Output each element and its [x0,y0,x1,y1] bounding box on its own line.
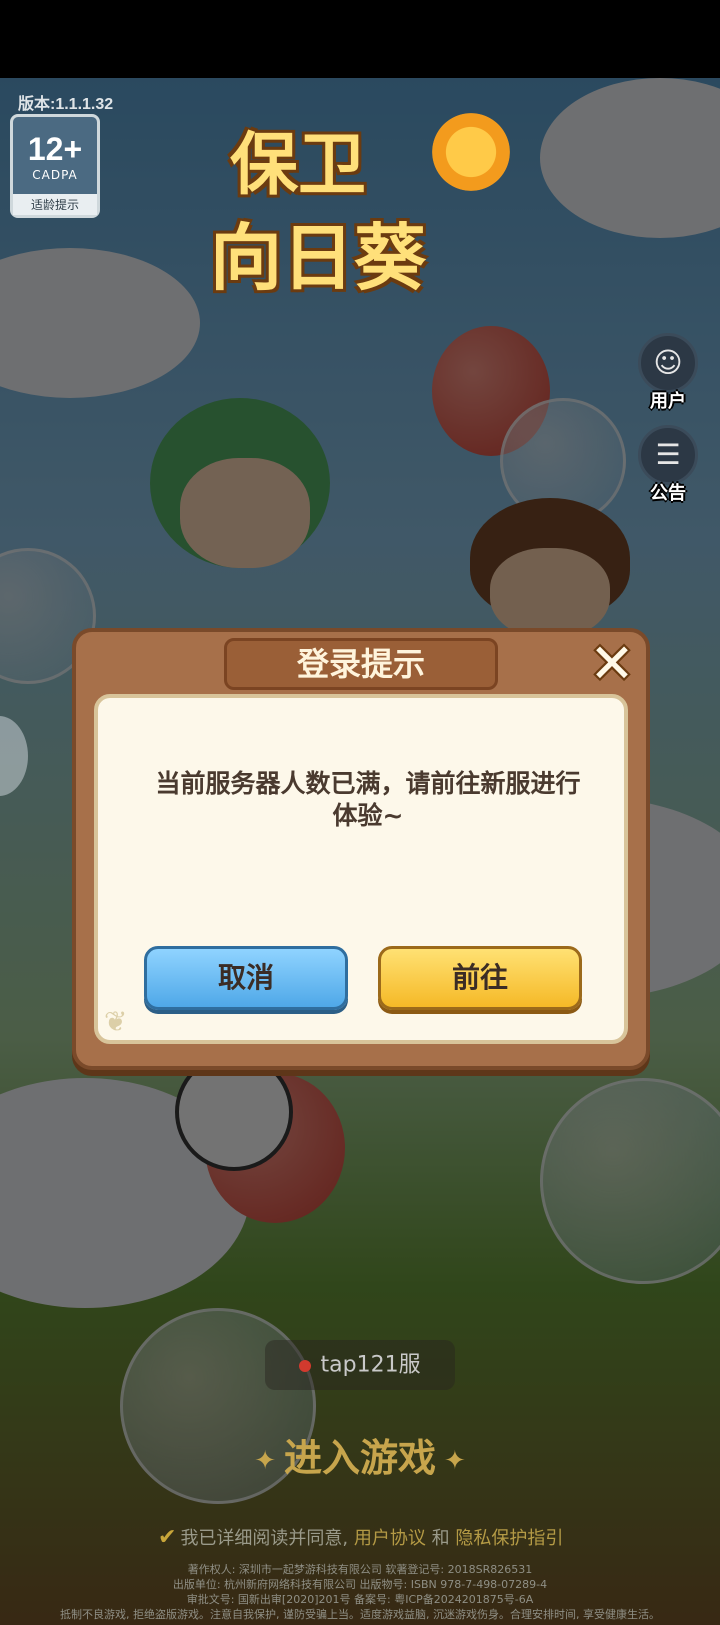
notice-button-label: 公告 [650,483,686,504]
age-rating-tip: 适龄提示 [13,194,97,215]
user-button[interactable]: ☺ 用户 [636,333,700,413]
dialog-title: 登录提示 [296,645,425,683]
enter-game-label: 进入游戏 [283,1436,436,1480]
footer-line: 抵制不良游戏, 拒绝盗版游戏。注意自我保护, 谨防受骗上当。适度游戏益脑, 沉迷… [60,1608,660,1621]
login-tip-dialog: 登录提示 ✕ ❦ 当前服务器人数已满，请前往新服进行体验~ 取消 前往 [72,628,650,1070]
close-button[interactable]: ✕ [584,636,640,692]
user-agreement-link[interactable]: 用户协议 [354,1528,426,1549]
sunflower-icon [432,113,510,191]
footer-line: 著作权人: 深圳市一起梦游科技有限公司 软著登记号: 2018SR826531 [187,1563,533,1576]
logo-title-line2: 向日葵 [210,216,427,300]
agreement-checkbox[interactable]: ✔ [158,1525,176,1550]
server-status-dot [299,1359,312,1372]
enter-game-button[interactable]: ✦ 进入游戏 ✦ [230,1428,490,1488]
age-rating-org: CADPA [32,168,78,182]
game-logo: 保卫 向日葵 [170,95,530,305]
legal-footer: 著作权人: 深圳市一起梦游科技有限公司 软著登记号: 2018SR826531 … [0,1562,720,1622]
go-button[interactable]: 前往 [378,946,582,1010]
cancel-button[interactable]: 取消 [144,946,348,1010]
privacy-policy-link[interactable]: 隐私保护指引 [455,1528,563,1549]
footer-line: 审批文号: 国新出审[2020]201号 备案号: 粤ICP备202420187… [186,1593,534,1606]
dialog-message: 当前服务器人数已满，请前往新服进行体验~ [155,769,581,830]
server-name: tap121服 [320,1352,421,1378]
logo-title-line1: 保卫 [230,126,367,205]
sparkle-icon: ✦ [254,1445,276,1476]
age-rating-number: 12+ [27,131,83,167]
agreement-text: 我已详细阅读并同意, [180,1528,349,1549]
footer-line: 出版单位: 杭州新府网络科技有限公司 出版物号: ISBN 978-7-498-… [172,1578,548,1591]
user-button-label: 用户 [650,391,686,412]
notice-button[interactable]: ☰ 公告 [636,425,700,505]
dialog-body: ❦ 当前服务器人数已满，请前往新服进行体验~ 取消 前往 [94,694,628,1044]
user-icon: ☺ [638,333,698,393]
agreement-row: ✔ 我已详细阅读并同意, 用户协议 和 隐私保护指引 [158,1524,578,1550]
agreement-and: 和 [431,1528,450,1549]
version-label: 版本:1.1.1.32 [18,96,114,113]
status-bar [0,0,720,78]
server-selector[interactable]: tap121服 [265,1340,455,1390]
age-rating-badge[interactable]: 12+ CADPA 适龄提示 [10,114,100,218]
dialog-title-plate: 登录提示 [224,638,498,690]
sparkle-icon: ✦ [444,1445,466,1476]
leaf-decoration-icon: ❦ [104,1005,128,1038]
notice-icon: ☰ [638,425,698,485]
